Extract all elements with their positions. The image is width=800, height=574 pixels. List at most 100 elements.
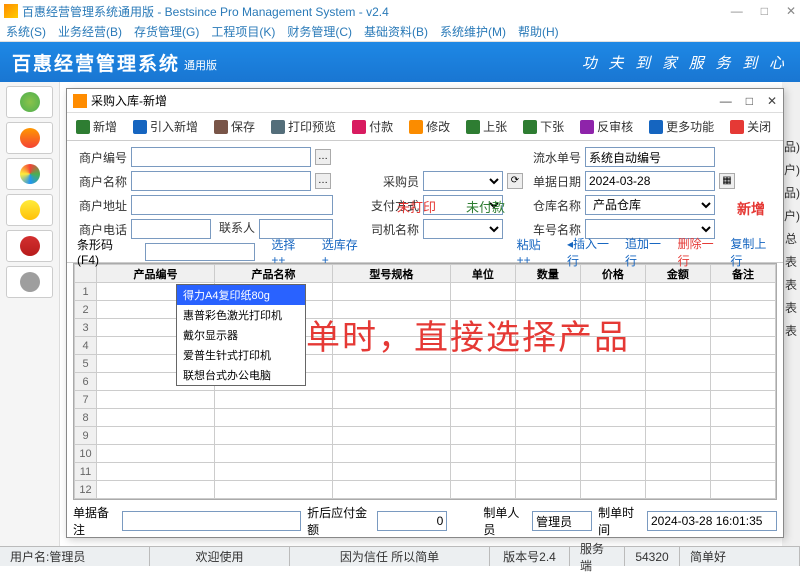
status-welcome: 欢迎使用 — [150, 547, 290, 566]
dialog-minimize-icon[interactable]: — — [720, 94, 732, 108]
label-bill-date: 单据日期 — [529, 173, 581, 190]
link-select[interactable]: 选择++ — [271, 236, 305, 267]
sidebar-btn-5[interactable] — [6, 230, 53, 262]
menu-item[interactable]: 业务经营(B) — [58, 23, 122, 40]
sidebar-btn-4[interactable] — [6, 194, 53, 226]
input-merchant-addr[interactable] — [131, 195, 333, 215]
table-row[interactable]: 11 — [75, 463, 776, 481]
link-delete-row[interactable]: 删除一行 — [678, 235, 721, 269]
sidebar-btn-3[interactable] — [6, 158, 53, 190]
menu-item[interactable]: 财务管理(C) — [287, 23, 352, 40]
menu-item[interactable]: 工程项目(K) — [211, 23, 275, 40]
dropdown-item[interactable]: 戴尔显示器 — [177, 325, 305, 345]
mark-unprinted: 未打印 — [397, 197, 436, 216]
input-remark[interactable] — [122, 511, 301, 531]
dropdown-item[interactable]: 爱普生针式打印机 — [177, 345, 305, 365]
input-barcode[interactable] — [145, 243, 255, 261]
dropdown-item[interactable]: 联想台式办公电脑 — [177, 365, 305, 385]
label-merchant-addr: 商户地址 — [75, 197, 127, 214]
label-remark: 单据备注 — [73, 504, 116, 538]
grid-header[interactable]: 单位 — [450, 265, 515, 283]
label-make-time: 制单时间 — [598, 504, 641, 538]
toolbar-付款[interactable]: 付款 — [347, 116, 398, 137]
dropdown-item[interactable]: 惠普彩色激光打印机 — [177, 305, 305, 325]
toolbar-关闭[interactable]: 关闭 — [725, 116, 776, 137]
dialog-maximize-icon[interactable]: □ — [746, 94, 753, 108]
toolbar-上张[interactable]: 上张 — [461, 116, 512, 137]
toolbar-反审核[interactable]: 反审核 — [575, 116, 638, 137]
toolbar-新增[interactable]: 新增 — [71, 116, 122, 137]
menu-item[interactable]: 帮助(H) — [518, 23, 559, 40]
input-discount[interactable] — [377, 511, 447, 531]
dialog-icon — [73, 94, 87, 108]
label-contact: 联系人 — [215, 219, 255, 239]
label-warehouse: 仓库名称 — [529, 197, 581, 214]
toolbar-icon — [523, 120, 537, 134]
input-merchant-tel[interactable] — [131, 219, 211, 239]
toolbar-更多功能[interactable]: 更多功能 — [644, 116, 719, 137]
mark-unpaid: 未付款 — [466, 197, 505, 216]
status-num: 54320 — [625, 547, 680, 566]
menu-item[interactable]: 基础资料(B) — [364, 23, 428, 40]
main-menubar: 系统(S) 业务经营(B) 存货管理(G) 工程项目(K) 财务管理(C) 基础资料(B)… — [0, 22, 800, 42]
close-icon[interactable]: ✕ — [786, 4, 796, 18]
link-append-row[interactable]: 追加一行 — [625, 235, 668, 269]
toolbar-修改[interactable]: 修改 — [404, 116, 455, 137]
banner: 百惠经营管理系统 通用版 功 夫 到 家 服 务 到 心 — [0, 42, 800, 82]
toolbar-下张[interactable]: 下张 — [518, 116, 569, 137]
form-area: 商户编号 … 流水单号 商户名称 … 采购员 ⟳ 单据日期 ▦ 商户地址 支付方… — [67, 141, 783, 241]
select-warehouse[interactable]: 产品仓库 — [585, 195, 715, 215]
product-dropdown[interactable]: 得力A4复印纸80g惠普彩色激光打印机戴尔显示器爱普生针式打印机联想台式办公电脑 — [176, 284, 306, 386]
table-row[interactable]: 8 — [75, 409, 776, 427]
main-statusbar: 用户名:管理员 欢迎使用 因为信任 所以简单 版本号2.4 服务端 54320 … — [0, 546, 800, 566]
input-serial[interactable] — [585, 147, 715, 167]
dialog-title: 采购入库-新增 — [91, 92, 167, 109]
overlay-big-text: 开单时，直接选择产品 — [270, 310, 630, 359]
select-buyer[interactable] — [423, 171, 503, 191]
table-row[interactable]: 7 — [75, 391, 776, 409]
grid-header[interactable]: 产品名称 — [214, 265, 332, 283]
link-paste[interactable]: 粘贴++ — [517, 236, 551, 267]
calendar-icon[interactable]: ▦ — [719, 173, 735, 189]
menu-item[interactable]: 存货管理(G) — [134, 23, 199, 40]
label-barcode: 条形码(F4) — [77, 236, 129, 267]
banner-slogan: 功 夫 到 家 服 务 到 心 — [582, 52, 788, 73]
toolbar-icon — [730, 120, 744, 134]
status-server: 服务端 — [570, 547, 625, 566]
select-driver[interactable] — [423, 219, 503, 239]
table-row[interactable]: 10 — [75, 445, 776, 463]
toolbar-icon — [649, 120, 663, 134]
grid-header[interactable]: 产品编号 — [97, 265, 215, 283]
input-merchant-no[interactable] — [131, 147, 311, 167]
status-user: 用户名:管理员 — [0, 547, 150, 566]
minimize-icon[interactable]: — — [731, 4, 743, 18]
link-copy-up[interactable]: 复制上行 — [730, 235, 773, 269]
link-insert-row[interactable]: ◂插入一行 — [567, 235, 615, 269]
link-sel-stock[interactable]: 选库存+ — [322, 236, 361, 267]
menu-item[interactable]: 系统(S) — [6, 23, 46, 40]
label-merchant-tel: 商户电话 — [75, 221, 127, 238]
lookup-name-icon[interactable]: … — [315, 173, 331, 189]
app-icon — [4, 4, 18, 18]
input-maker — [532, 511, 592, 531]
grid-header[interactable]: 型号规格 — [332, 265, 450, 283]
menu-item[interactable]: 系统维护(M) — [440, 23, 506, 40]
dialog-close-icon[interactable]: ✕ — [767, 94, 777, 108]
sidebar-btn-6[interactable] — [6, 266, 53, 298]
input-bill-date[interactable] — [585, 171, 715, 191]
table-row[interactable]: 9 — [75, 427, 776, 445]
dialog-footer: 单据备注 折后应付金额 制单人员 制单时间 — [73, 509, 777, 533]
maximize-icon[interactable]: □ — [761, 4, 768, 18]
toolbar-打印预览[interactable]: 打印预览 — [266, 116, 341, 137]
table-row[interactable]: 12 — [75, 481, 776, 499]
sidebar-btn-1[interactable] — [6, 86, 53, 118]
status-ver: 版本号2.4 — [490, 547, 570, 566]
toolbar-引入新增[interactable]: 引入新增 — [128, 116, 203, 137]
dropdown-item[interactable]: 得力A4复印纸80g — [177, 285, 305, 305]
lookup-buyer-icon[interactable]: ⟳ — [507, 173, 523, 189]
toolbar-icon — [76, 120, 90, 134]
toolbar-保存[interactable]: 保存 — [209, 116, 260, 137]
sidebar-btn-2[interactable] — [6, 122, 53, 154]
lookup-merchant-icon[interactable]: … — [315, 149, 331, 165]
input-merchant-name[interactable] — [131, 171, 311, 191]
